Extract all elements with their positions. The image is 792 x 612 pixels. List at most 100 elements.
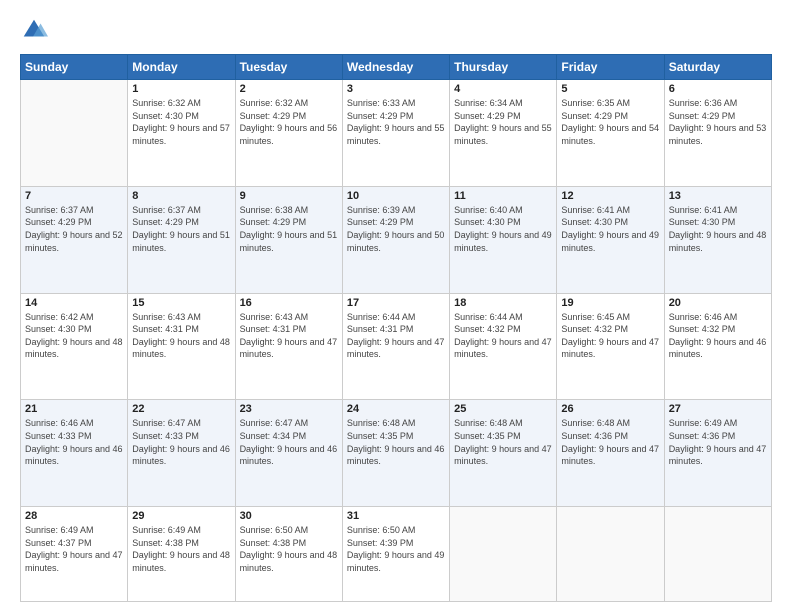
- day-number: 14: [25, 297, 123, 309]
- day-info: Sunrise: 6:49 AMSunset: 4:37 PMDaylight:…: [25, 524, 123, 574]
- day-number: 16: [240, 297, 338, 309]
- day-number: 11: [454, 190, 552, 202]
- day-number: 5: [561, 83, 659, 95]
- day-info: Sunrise: 6:43 AMSunset: 4:31 PMDaylight:…: [132, 311, 230, 361]
- logo-icon: [20, 16, 48, 44]
- calendar-cell: 22 Sunrise: 6:47 AMSunset: 4:33 PMDayligh…: [128, 400, 235, 507]
- calendar-header-row: SundayMondayTuesdayWednesdayThursdayFrid…: [21, 55, 772, 80]
- calendar-cell: 9 Sunrise: 6:38 AMSunset: 4:29 PMDaylight…: [235, 186, 342, 293]
- calendar-cell: 29Sunrise: 6:49 AMSunset: 4:38 PMDayligh…: [128, 507, 235, 602]
- header-friday: Friday: [557, 55, 664, 80]
- header-monday: Monday: [128, 55, 235, 80]
- day-info: Sunrise: 6:50 AMSunset: 4:39 PMDaylight:…: [347, 524, 445, 574]
- calendar-cell: 20Sunrise: 6:46 AMSunset: 4:32 PMDayligh…: [664, 293, 771, 400]
- day-number: 22: [132, 403, 230, 415]
- calendar-cell: [664, 507, 771, 602]
- header-tuesday: Tuesday: [235, 55, 342, 80]
- calendar-cell: 12Sunrise: 6:41 AMSunset: 4:30 PMDayligh…: [557, 186, 664, 293]
- day-number: 31: [347, 510, 445, 522]
- day-number: 4: [454, 83, 552, 95]
- calendar-cell: 27Sunrise: 6:49 AMSunset: 4:36 PMDayligh…: [664, 400, 771, 507]
- header-saturday: Saturday: [664, 55, 771, 80]
- day-info: Sunrise: 6:45 AMSunset: 4:32 PMDaylight:…: [561, 311, 659, 361]
- calendar-cell: 4 Sunrise: 6:34 AMSunset: 4:29 PMDaylight…: [450, 80, 557, 187]
- calendar-cell: 19 Sunrise: 6:45 AMSunset: 4:32 PMDayligh…: [557, 293, 664, 400]
- calendar-cell: 31 Sunrise: 6:50 AMSunset: 4:39 PMDayligh…: [342, 507, 449, 602]
- calendar-cell: 2 Sunrise: 6:32 AMSunset: 4:29 PMDaylight…: [235, 80, 342, 187]
- calendar-cell: 6 Sunrise: 6:36 AMSunset: 4:29 PMDaylight…: [664, 80, 771, 187]
- day-number: 15: [132, 297, 230, 309]
- day-info: Sunrise: 6:50 AMSunset: 4:38 PMDaylight:…: [240, 524, 338, 574]
- calendar-week-row: 28 Sunrise: 6:49 AMSunset: 4:37 PMDayligh…: [21, 507, 772, 602]
- calendar-week-row: 21 Sunrise: 6:46 AMSunset: 4:33 PMDayligh…: [21, 400, 772, 507]
- day-info: Sunrise: 6:33 AMSunset: 4:29 PMDaylight:…: [347, 97, 445, 147]
- header-wednesday: Wednesday: [342, 55, 449, 80]
- day-number: 24: [347, 403, 445, 415]
- day-info: Sunrise: 6:38 AMSunset: 4:29 PMDaylight:…: [240, 204, 338, 254]
- day-number: 28: [25, 510, 123, 522]
- day-info: Sunrise: 6:49 AMSunset: 4:36 PMDaylight:…: [669, 417, 767, 467]
- day-number: 1: [132, 83, 230, 95]
- calendar-cell: 23Sunrise: 6:47 AMSunset: 4:34 PMDayligh…: [235, 400, 342, 507]
- day-number: 30: [240, 510, 338, 522]
- calendar-cell: 24 Sunrise: 6:48 AMSunset: 4:35 PMDayligh…: [342, 400, 449, 507]
- calendar-cell: 8Sunrise: 6:37 AMSunset: 4:29 PMDaylight…: [128, 186, 235, 293]
- day-number: 29: [132, 510, 230, 522]
- logo: [20, 16, 52, 44]
- day-number: 2: [240, 83, 338, 95]
- calendar-cell: 14 Sunrise: 6:42 AMSunset: 4:30 PMDayligh…: [21, 293, 128, 400]
- calendar-cell: 3 Sunrise: 6:33 AMSunset: 4:29 PMDaylight…: [342, 80, 449, 187]
- day-number: 26: [561, 403, 659, 415]
- calendar-cell: 17 Sunrise: 6:44 AMSunset: 4:31 PMDayligh…: [342, 293, 449, 400]
- calendar-cell: [557, 507, 664, 602]
- day-info: Sunrise: 6:44 AMSunset: 4:32 PMDaylight:…: [454, 311, 552, 361]
- calendar-cell: 21 Sunrise: 6:46 AMSunset: 4:33 PMDayligh…: [21, 400, 128, 507]
- calendar-cell: 30 Sunrise: 6:50 AMSunset: 4:38 PMDayligh…: [235, 507, 342, 602]
- day-info: Sunrise: 6:32 AMSunset: 4:29 PMDaylight:…: [240, 97, 338, 147]
- day-number: 6: [669, 83, 767, 95]
- day-number: 8: [132, 190, 230, 202]
- day-info: Sunrise: 6:41 AMSunset: 4:30 PMDaylight:…: [669, 204, 767, 254]
- day-number: 3: [347, 83, 445, 95]
- day-number: 17: [347, 297, 445, 309]
- day-number: 21: [25, 403, 123, 415]
- calendar-cell: 10 Sunrise: 6:39 AMSunset: 4:29 PMDayligh…: [342, 186, 449, 293]
- calendar-cell: 28 Sunrise: 6:49 AMSunset: 4:37 PMDayligh…: [21, 507, 128, 602]
- calendar-cell: 25 Sunrise: 6:48 AMSunset: 4:35 PMDayligh…: [450, 400, 557, 507]
- calendar-cell: 13 Sunrise: 6:41 AMSunset: 4:30 PMDayligh…: [664, 186, 771, 293]
- day-info: Sunrise: 6:46 AMSunset: 4:33 PMDaylight:…: [25, 417, 123, 467]
- day-info: Sunrise: 6:48 AMSunset: 4:35 PMDaylight:…: [347, 417, 445, 467]
- calendar-cell: [21, 80, 128, 187]
- day-info: Sunrise: 6:48 AMSunset: 4:35 PMDaylight:…: [454, 417, 552, 467]
- page: SundayMondayTuesdayWednesdayThursdayFrid…: [0, 0, 792, 612]
- calendar-week-row: 14 Sunrise: 6:42 AMSunset: 4:30 PMDayligh…: [21, 293, 772, 400]
- day-info: Sunrise: 6:32 AMSunset: 4:30 PMDaylight:…: [132, 97, 230, 147]
- day-info: Sunrise: 6:43 AMSunset: 4:31 PMDaylight:…: [240, 311, 338, 361]
- day-number: 18: [454, 297, 552, 309]
- calendar-cell: 18 Sunrise: 6:44 AMSunset: 4:32 PMDayligh…: [450, 293, 557, 400]
- day-number: 25: [454, 403, 552, 415]
- day-info: Sunrise: 6:34 AMSunset: 4:29 PMDaylight:…: [454, 97, 552, 147]
- day-info: Sunrise: 6:35 AMSunset: 4:29 PMDaylight:…: [561, 97, 659, 147]
- calendar-cell: 16 Sunrise: 6:43 AMSunset: 4:31 PMDayligh…: [235, 293, 342, 400]
- day-info: Sunrise: 6:39 AMSunset: 4:29 PMDaylight:…: [347, 204, 445, 254]
- calendar-week-row: 7Sunrise: 6:37 AMSunset: 4:29 PMDaylight…: [21, 186, 772, 293]
- calendar-cell: 7Sunrise: 6:37 AMSunset: 4:29 PMDaylight…: [21, 186, 128, 293]
- day-info: Sunrise: 6:47 AMSunset: 4:34 PMDaylight:…: [240, 417, 338, 467]
- day-number: 10: [347, 190, 445, 202]
- calendar-cell: 11 Sunrise: 6:40 AMSunset: 4:30 PMDayligh…: [450, 186, 557, 293]
- day-info: Sunrise: 6:46 AMSunset: 4:32 PMDaylight:…: [669, 311, 767, 361]
- day-info: Sunrise: 6:48 AMSunset: 4:36 PMDaylight:…: [561, 417, 659, 467]
- header-thursday: Thursday: [450, 55, 557, 80]
- day-number: 9: [240, 190, 338, 202]
- day-info: Sunrise: 6:44 AMSunset: 4:31 PMDaylight:…: [347, 311, 445, 361]
- day-number: 13: [669, 190, 767, 202]
- calendar-table: SundayMondayTuesdayWednesdayThursdayFrid…: [20, 54, 772, 602]
- day-info: Sunrise: 6:36 AMSunset: 4:29 PMDaylight:…: [669, 97, 767, 147]
- day-info: Sunrise: 6:42 AMSunset: 4:30 PMDaylight:…: [25, 311, 123, 361]
- day-info: Sunrise: 6:47 AMSunset: 4:33 PMDaylight:…: [132, 417, 230, 467]
- day-info: Sunrise: 6:40 AMSunset: 4:30 PMDaylight:…: [454, 204, 552, 254]
- header: [20, 16, 772, 44]
- day-number: 7: [25, 190, 123, 202]
- day-number: 19: [561, 297, 659, 309]
